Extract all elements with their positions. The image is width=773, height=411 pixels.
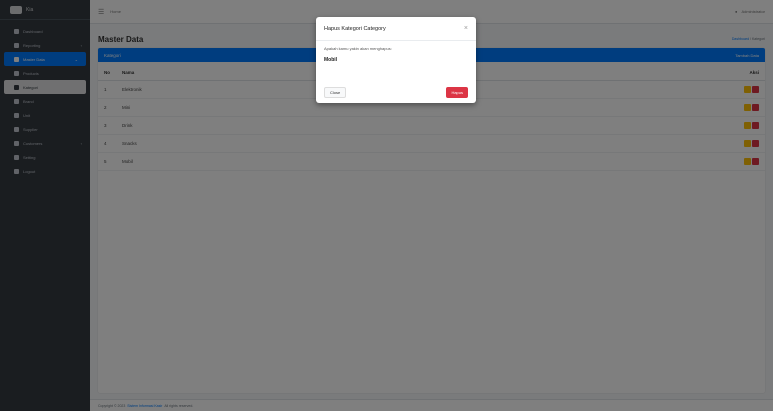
close-button[interactable]: Close bbox=[324, 86, 347, 98]
modal-footer: Close Hapus bbox=[316, 81, 476, 103]
close-icon[interactable]: × bbox=[464, 25, 468, 32]
modal-question: Apakah kamu yakin akan menghapus: bbox=[324, 46, 392, 51]
modal-header: Hapus Kategori Category × bbox=[316, 17, 476, 41]
confirm-delete-button[interactable]: Hapus bbox=[446, 86, 468, 98]
delete-confirm-modal: Hapus Kategori Category × Apakah kamu ya… bbox=[316, 17, 476, 103]
modal-body: Apakah kamu yakin akan menghapus: Mobil bbox=[316, 41, 476, 68]
modal-item-name: Mobil bbox=[324, 57, 338, 63]
modal-title: Hapus Kategori Category bbox=[324, 25, 386, 32]
